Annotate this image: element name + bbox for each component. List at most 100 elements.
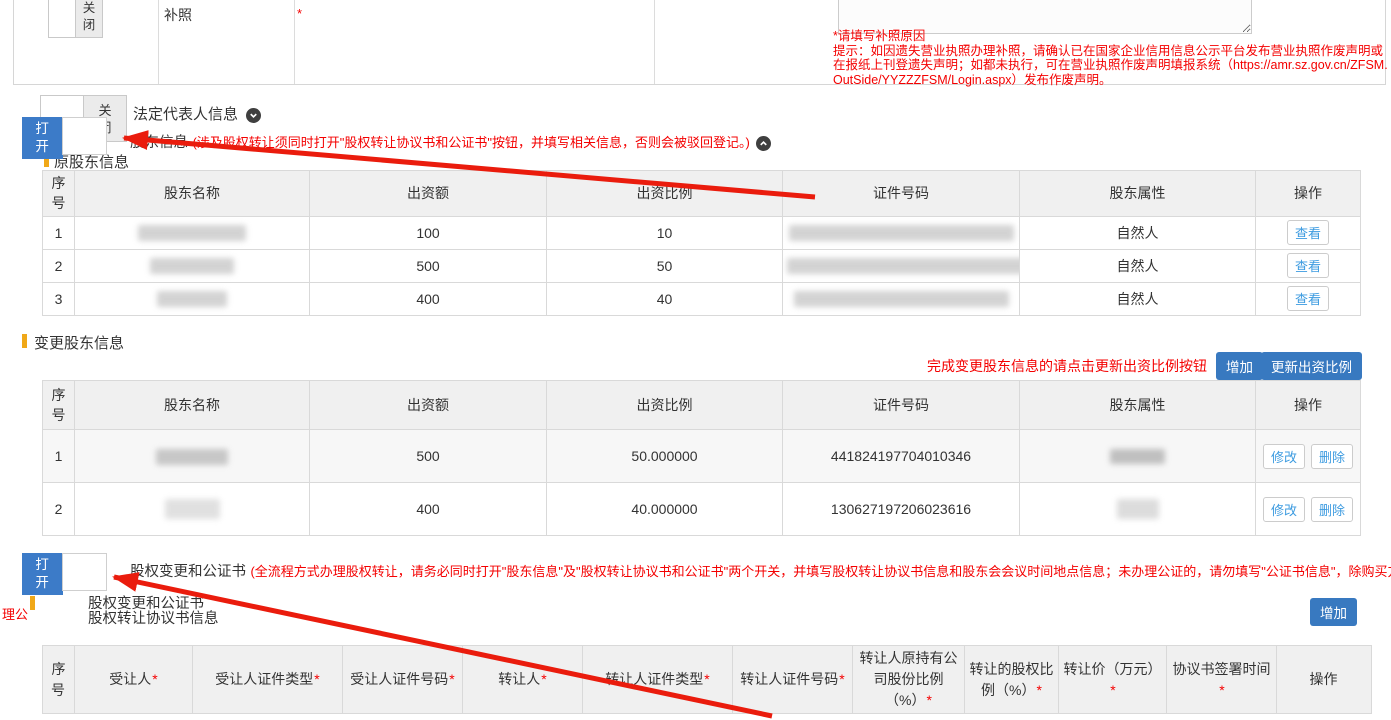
toggle-state-label: 关闭 <box>76 0 103 38</box>
table-row: 1 500 50.000000 441824197704010346 修改删除 <box>43 430 1361 483</box>
col-header: 序号 <box>43 381 75 430</box>
col-header: 受让人证件类型* <box>193 646 343 714</box>
delete-button[interactable]: 删除 <box>1311 444 1353 469</box>
table-row: 2 400 40.000000 130627197206023616 修改删除 <box>43 483 1361 536</box>
capital-amount: 100 <box>310 216 547 249</box>
id-number: 441824197704010346 <box>783 430 1020 483</box>
shareholder-toggle-track[interactable] <box>62 117 107 155</box>
col-header: 转让人* <box>463 646 583 714</box>
reissue-toggle-closed[interactable]: 关闭 <box>48 0 103 38</box>
equity-toggle-open[interactable]: 打开 <box>22 553 63 595</box>
toggle-label: 打开 <box>35 556 49 592</box>
col-header: 操作 <box>1277 646 1372 714</box>
chevron-down-circle-icon[interactable] <box>246 108 261 123</box>
equity-note-wrap: 理公 <box>2 604 28 623</box>
cell-divider <box>654 0 655 84</box>
table-header-row: 序号 股东名称 出资额 出资比例 证件号码 股东属性 操作 <box>43 171 1361 217</box>
field-label-reissue: 补照 <box>164 5 192 25</box>
col-header: 转让人证件类型* <box>583 646 733 714</box>
required-asterisk: * <box>297 6 302 21</box>
col-header: 受让人证件号码* <box>343 646 463 714</box>
add-shareholder-button[interactable]: 增加 <box>1216 352 1263 380</box>
col-header: 股东名称 <box>75 381 310 430</box>
capital-ratio: 40 <box>547 282 783 315</box>
table-header-row: 序号 受让人* 受让人证件类型* 受让人证件号码* 转让人* 转让人证件类型* … <box>43 646 1372 714</box>
col-header: 序号 <box>43 171 75 217</box>
section-marker <box>30 596 35 610</box>
col-header: 出资比例 <box>547 171 783 217</box>
shareholder-toggle-open[interactable]: 打开 <box>22 117 63 159</box>
hint-line: 在报纸上刊登遗失声明；如都未执行，可在营业执照作废声明填报系统（https://… <box>833 58 1388 73</box>
row-index: 2 <box>43 483 75 536</box>
section-marker <box>22 334 27 348</box>
original-shareholders-table: 序号 股东名称 出资额 出资比例 证件号码 股东属性 操作 1 100 10 自… <box>42 170 1361 316</box>
redacted-shareholder-name <box>150 258 234 274</box>
capital-amount: 500 <box>310 430 547 483</box>
reissue-hint-text: *请填写补照原因 提示：如因遗失营业执照办理补照，请确认已在国家企业信用信息公示… <box>833 29 1388 87</box>
table-header-row: 序号 股东名称 出资额 出资比例 证件号码 股东属性 操作 <box>43 381 1361 430</box>
equity-toggle-track[interactable] <box>62 553 107 591</box>
legal-rep-section-row: 法定代表人信息 <box>133 103 261 124</box>
equity-section-row: 股权变更和公证书 (全流程方式办理股权转让，请务必同时打开"股东信息"及"股权转… <box>130 560 1391 581</box>
cell-divider <box>158 0 159 84</box>
capital-ratio: 10 <box>547 216 783 249</box>
col-header: 证件号码 <box>783 381 1020 430</box>
col-header: 序号 <box>43 646 75 714</box>
col-header: 出资额 <box>310 381 547 430</box>
col-header: 转让的股权比例（%）* <box>965 646 1059 714</box>
view-button[interactable]: 查看 <box>1287 220 1329 245</box>
table-row: 3 400 40 自然人 查看 <box>43 282 1361 315</box>
col-header: 出资额 <box>310 171 547 217</box>
col-header: 转让价（万元）* <box>1059 646 1167 714</box>
col-header: 证件号码 <box>783 171 1020 217</box>
view-button[interactable]: 查看 <box>1287 253 1329 278</box>
col-header: 受让人* <box>75 646 193 714</box>
redacted-shareholder-name <box>165 499 220 519</box>
table-row: 2 500 50 自然人 查看 <box>43 249 1361 282</box>
update-ratio-hint: 完成变更股东信息的请点击更新出资比例按钮 <box>927 356 1207 376</box>
redacted-shareholder-type <box>1117 499 1159 519</box>
col-header: 股东属性 <box>1020 171 1256 217</box>
shareholder-title: 股东信息 <box>130 135 188 151</box>
row-index: 2 <box>43 249 75 282</box>
cell-divider <box>294 0 295 84</box>
toggle-label: 打开 <box>35 120 49 156</box>
hint-line: OutSide/YYZZZFSM/Login.aspx）发布作废声明。 <box>833 73 1388 88</box>
capital-ratio: 50.000000 <box>547 430 783 483</box>
hint-line: 提示：如因遗失营业执照办理补照，请确认已在国家企业信用信息公示平台发布营业执照作… <box>833 44 1388 59</box>
modify-button[interactable]: 修改 <box>1263 444 1305 469</box>
chevron-up-circle-icon[interactable] <box>756 136 771 151</box>
col-header: 操作 <box>1256 171 1361 217</box>
delete-button[interactable]: 删除 <box>1311 497 1353 522</box>
equity-title: 股权变更和公证书 <box>130 564 246 580</box>
col-header: 操作 <box>1256 381 1361 430</box>
redacted-shareholder-name <box>157 291 227 307</box>
registration-form-page: 关闭 补照 * *请填写补照原因 提示：如因遗失营业执照办理补照，请确认已在国家… <box>0 0 1391 720</box>
id-number: 130627197206023616 <box>783 483 1020 536</box>
agreement-title: 股权转让协议书信息 <box>88 607 219 628</box>
row-index: 1 <box>43 216 75 249</box>
hint-line: *请填写补照原因 <box>833 29 1388 44</box>
shareholder-type: 自然人 <box>1020 249 1256 282</box>
transfer-agreement-table: 序号 受让人* 受让人证件类型* 受让人证件号码* 转让人* 转让人证件类型* … <box>42 645 1372 714</box>
toggle-knob <box>48 0 76 38</box>
legal-rep-title: 法定代表人信息 <box>133 106 238 123</box>
changed-shareholders-table: 序号 股东名称 出资额 出资比例 证件号码 股东属性 操作 1 500 50.0… <box>42 380 1361 536</box>
col-header: 股东名称 <box>75 171 310 217</box>
redacted-shareholder-type <box>1110 449 1165 464</box>
row-index: 3 <box>43 282 75 315</box>
redacted-shareholder-name <box>138 225 246 241</box>
capital-ratio: 40.000000 <box>547 483 783 536</box>
shareholder-type: 自然人 <box>1020 216 1256 249</box>
capital-amount: 400 <box>310 483 547 536</box>
shareholder-type: 自然人 <box>1020 282 1256 315</box>
add-agreement-button[interactable]: 增加 <box>1310 598 1357 626</box>
update-capital-ratio-button[interactable]: 更新出资比例 <box>1261 352 1362 380</box>
col-header: 转让人证件号码* <box>733 646 853 714</box>
col-header: 出资比例 <box>547 381 783 430</box>
equity-note: (全流程方式办理股权转让，请务必同时打开"股东信息"及"股权转让协议书和公证书"… <box>250 564 1391 579</box>
modify-button[interactable]: 修改 <box>1263 497 1305 522</box>
view-button[interactable]: 查看 <box>1287 286 1329 311</box>
redacted-id-number <box>794 291 1009 307</box>
toggle-label: 关闭 <box>82 0 95 34</box>
